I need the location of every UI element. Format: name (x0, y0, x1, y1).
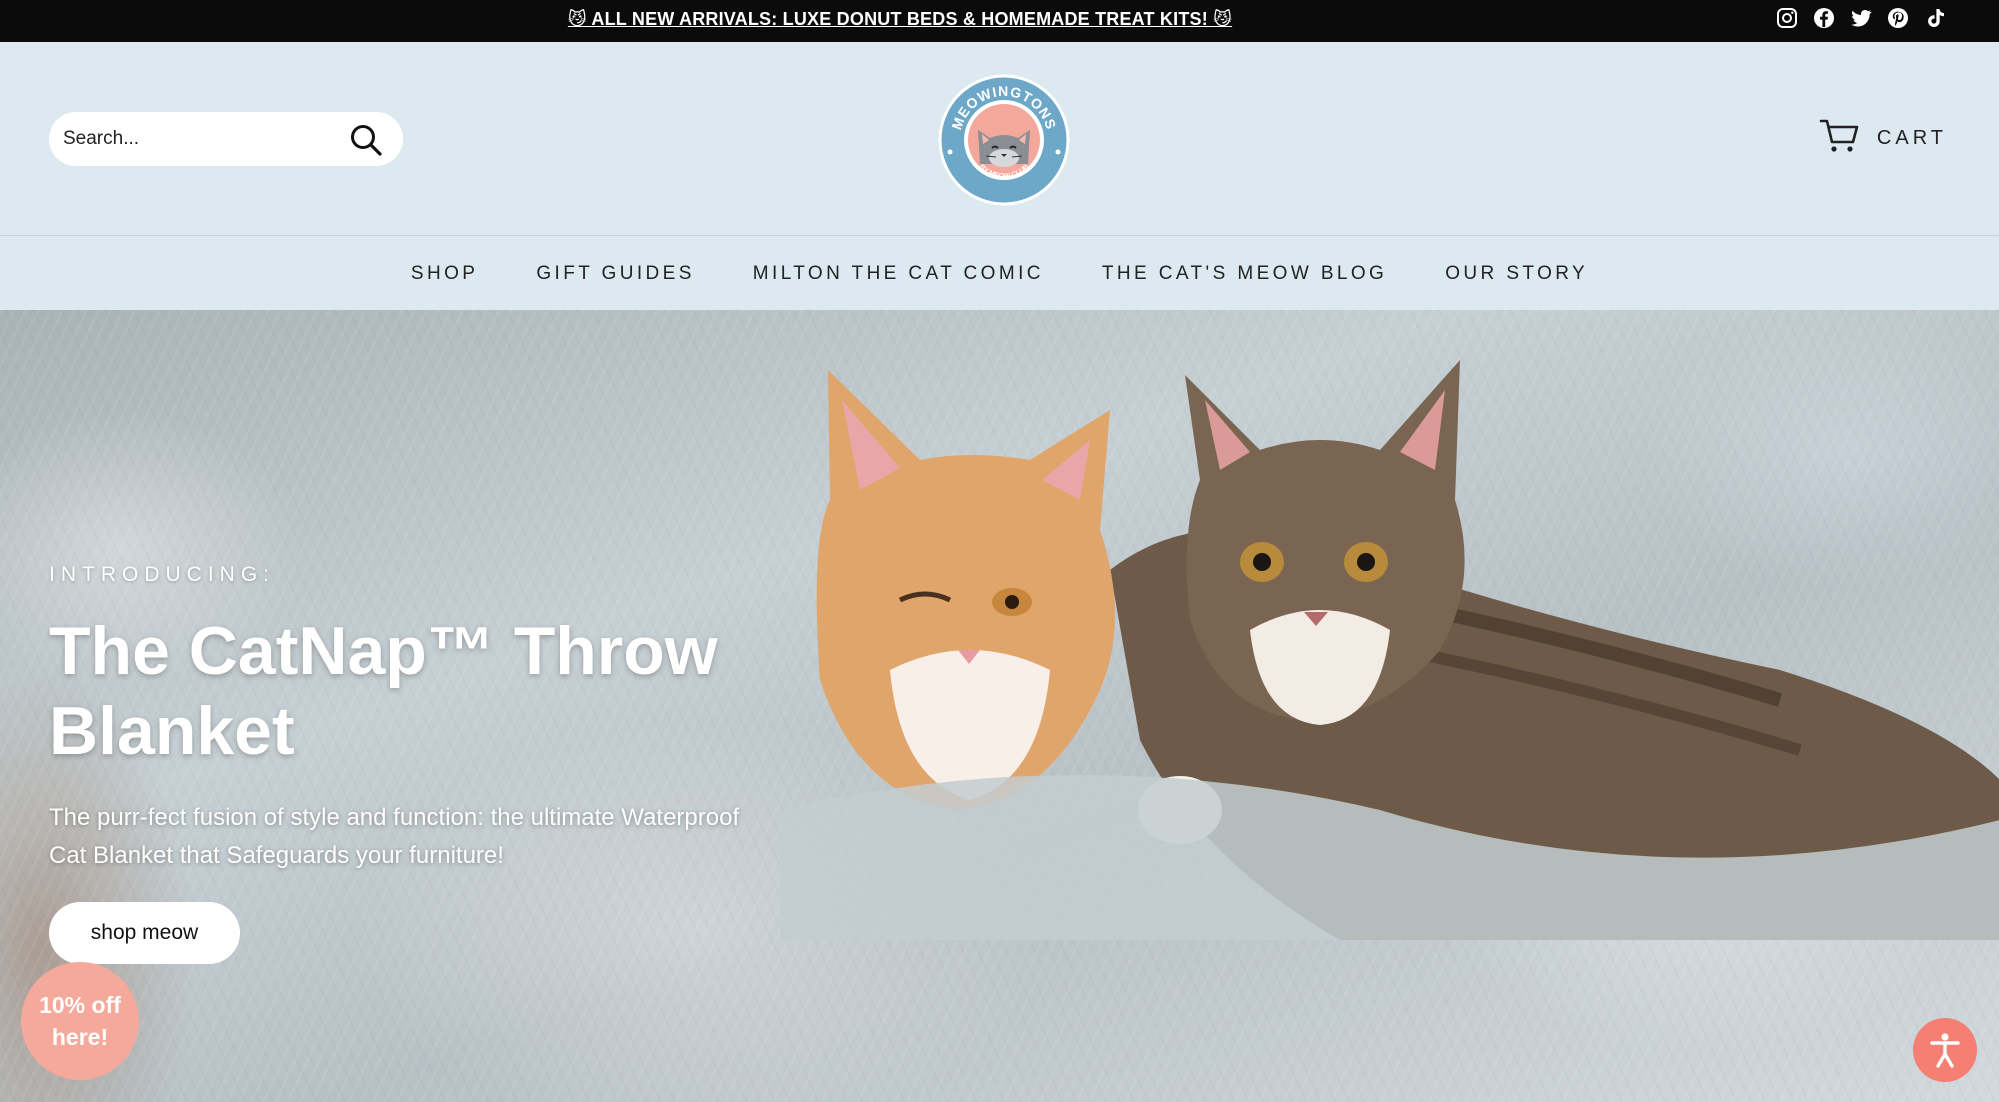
kittens-photo (780, 360, 1999, 940)
search-icon[interactable] (349, 123, 383, 157)
social-links (1775, 6, 1947, 30)
cart-button[interactable]: CART (1819, 118, 1947, 159)
cart-label: CART (1876, 127, 1947, 149)
facebook-icon[interactable] (1812, 6, 1836, 30)
instagram-icon[interactable] (1775, 6, 1799, 30)
cart-icon (1819, 118, 1859, 159)
nav-item-milton-the-cat-comic[interactable]: MILTON THE CAT COMIC (753, 263, 1044, 285)
announcement-link[interactable]: 😼 ALL NEW ARRIVALS: LUXE DONUT BEDS & HO… (0, 9, 1800, 30)
search-bar (49, 112, 403, 166)
accessibility-icon[interactable] (1913, 1018, 1977, 1082)
hero-title: The CatNap™ Throw Blanket (49, 613, 718, 769)
tiktok-icon[interactable] (1923, 6, 1947, 30)
nav-item-gift-guides[interactable]: GIFT GUIDES (536, 263, 694, 285)
nav-item-cats-meow-blog[interactable]: THE CAT'S MEOW BLOG (1102, 263, 1387, 285)
site-header: MEOWINGTONS BY MEOW CLUB CART (0, 42, 1999, 236)
shop-meow-button[interactable]: shop meow (49, 902, 240, 964)
main-nav: SHOP GIFT GUIDES MILTON THE CAT COMIC TH… (0, 237, 1999, 310)
search-input[interactable] (63, 112, 333, 166)
hero-eyebrow: INTRODUCING: (49, 563, 275, 586)
announcement-bar: 😼 ALL NEW ARRIVALS: LUXE DONUT BEDS & HO… (0, 0, 1999, 42)
twitter-icon[interactable] (1849, 6, 1873, 30)
hero-subtitle: The purr-fect fusion of style and functi… (49, 804, 740, 869)
discount-badge[interactable]: 10% off here! (21, 962, 139, 1080)
hero-copy: INTRODUCING: The CatNap™ Throw Blanket T… (49, 563, 809, 875)
nav-item-our-story[interactable]: OUR STORY (1445, 263, 1588, 285)
nav-item-shop[interactable]: SHOP (411, 263, 478, 285)
hero-banner: INTRODUCING: The CatNap™ Throw Blanket T… (0, 310, 1999, 1102)
pinterest-icon[interactable] (1886, 6, 1910, 30)
meowingtons-logo[interactable]: MEOWINGTONS BY MEOW CLUB (938, 74, 1070, 206)
